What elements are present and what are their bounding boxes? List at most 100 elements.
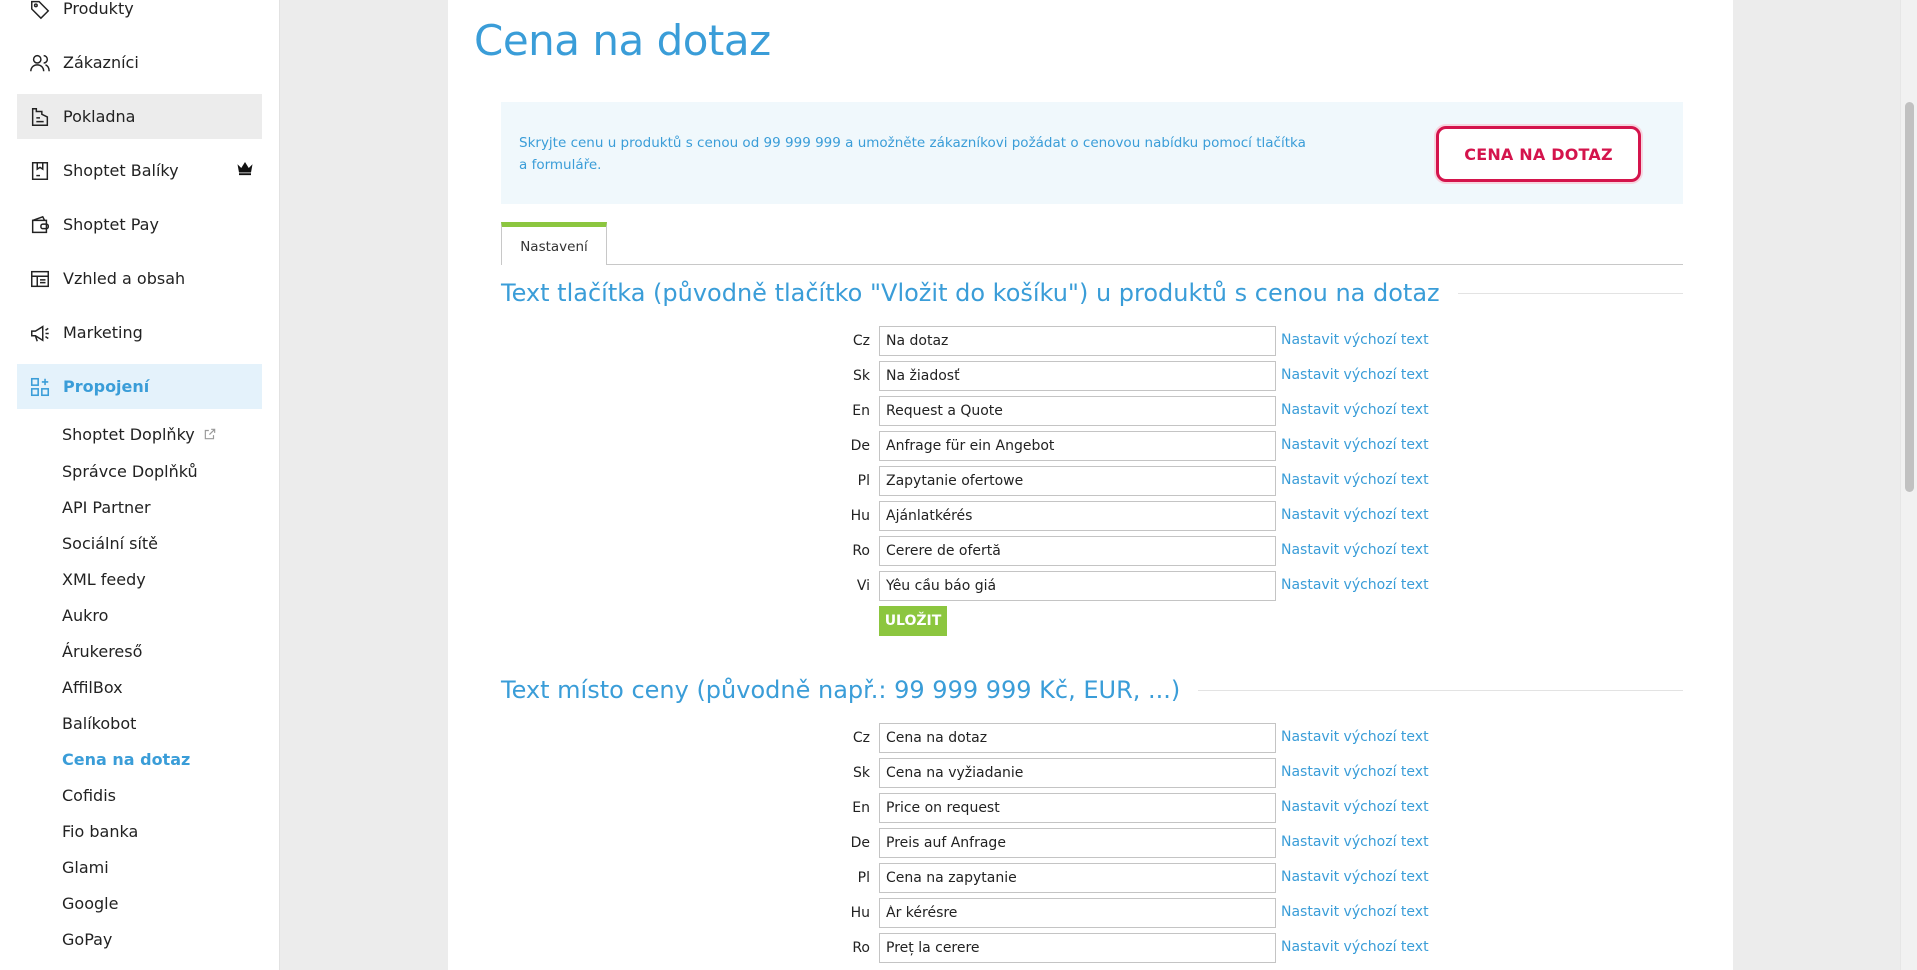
sidebar-item-pokladna[interactable]: Pokladna [17,94,262,139]
reset-default-link[interactable]: Nastavit výchozí text [1281,507,1429,523]
price-text-input-en[interactable] [879,793,1276,823]
price-text-input-pl[interactable] [879,863,1276,893]
sub-item-xml-feedy[interactable]: XML feedy [62,570,146,589]
button-text-input-ro[interactable] [879,536,1276,566]
language-label: Ro [852,543,870,559]
reset-default-link[interactable]: Nastavit výchozí text [1281,799,1429,815]
sub-item-cena-na-dotaz[interactable]: Cena na dotaz [62,750,190,769]
reset-default-link[interactable]: Nastavit výchozí text [1281,577,1429,593]
reset-default-link[interactable]: Nastavit výchozí text [1281,367,1429,383]
reset-default-link[interactable]: Nastavit výchozí text [1281,764,1429,780]
reset-default-link[interactable]: Nastavit výchozí text [1281,402,1429,418]
content-card: Cena na dotaz Skryjte cenu u produktů s … [448,0,1733,970]
wallet-icon [27,212,53,238]
reset-default-link[interactable]: Nastavit výchozí text [1281,542,1429,558]
language-label: Sk [853,765,870,781]
button-text-input-sk[interactable] [879,361,1276,391]
page-title: Cena na dotaz [474,16,771,65]
language-label: Vi [856,578,870,594]
reset-default-link[interactable]: Nastavit výchozí text [1281,869,1429,885]
page-scrollbar[interactable] [1900,0,1917,970]
sidebar-item-propojeni[interactable]: Propojení [17,364,262,409]
language-label: Pl [857,870,870,886]
sub-item-balikobot[interactable]: Balíkobot [62,714,136,733]
sub-item-affilbox[interactable]: AffilBox [62,678,123,697]
sub-item-spravce-doplnku[interactable]: Správce Doplňků [62,462,198,481]
button-text-input-vi[interactable] [879,571,1276,601]
form-row-price-de: De Nastavit výchozí text [448,828,1733,858]
form-row-button-ro: Ro Nastavit výchozí text [448,536,1733,566]
reset-default-link[interactable]: Nastavit výchozí text [1281,437,1429,453]
form-row-price-ro: Ro Nastavit výchozí text [448,933,1733,963]
promo-button-preview: CENA NA DOTAZ [1436,126,1641,182]
cash-register-icon [27,104,53,130]
form-row-price-en: En Nastavit výchozí text [448,793,1733,823]
sidebar-item-label: Shoptet Balíky [63,161,179,180]
divider [1198,689,1683,691]
section-heading-button-text: Text tlačítka (původně tlačítko "Vložit … [501,277,1683,309]
reset-default-link[interactable]: Nastavit výchozí text [1281,472,1429,488]
sidebar-item-shoptet-baliky[interactable]: Shoptet Balíky [17,148,262,193]
sidebar-item-label: Pokladna [63,107,136,126]
language-label: Cz [852,333,870,349]
language-label: Hu [850,905,870,921]
tab-nastaveni[interactable]: Nastavení [501,222,607,265]
form-row-price-pl: Pl Nastavit výchozí text [448,863,1733,893]
grid-plus-icon [27,374,53,400]
external-link-icon [203,426,217,445]
save-button[interactable]: ULOŽIT [879,606,947,636]
sub-item-socialni-site[interactable]: Sociální sítě [62,534,158,553]
button-text-input-pl[interactable] [879,466,1276,496]
button-text-input-cz[interactable] [879,326,1276,356]
language-label: Cz [852,730,870,746]
sidebar-item-label: Marketing [63,323,143,342]
sidebar-item-label: Produkty [63,0,134,18]
reset-default-link[interactable]: Nastavit výchozí text [1281,729,1429,745]
users-icon [27,50,53,76]
price-text-input-hu[interactable] [879,898,1276,928]
scrollbar-thumb[interactable] [1905,102,1914,492]
button-text-input-de[interactable] [879,431,1276,461]
language-label: Hu [850,508,870,524]
sidebar-item-shoptet-pay[interactable]: Shoptet Pay [17,202,262,247]
form-row-button-hu: Hu Nastavit výchozí text [448,501,1733,531]
language-label: En [852,403,870,419]
form-row-button-vi: Vi Nastavit výchozí text [448,571,1733,601]
sub-item-aukro[interactable]: Aukro [62,606,108,625]
language-label: Sk [853,368,870,384]
form-row-button-sk: Sk Nastavit výchozí text [448,361,1733,391]
reset-default-link[interactable]: Nastavit výchozí text [1281,939,1429,955]
price-text-input-cz[interactable] [879,723,1276,753]
sidebar-item-produkty[interactable]: Produkty [17,0,262,31]
sub-item-cofidis[interactable]: Cofidis [62,786,116,805]
sub-item-fio-banka[interactable]: Fio banka [62,822,138,841]
section-heading-price-text: Text místo ceny (původně např.: 99 999 9… [501,674,1683,706]
sidebar-item-label: Propojení [63,377,150,396]
reset-default-link[interactable]: Nastavit výchozí text [1281,332,1429,348]
price-text-input-ro[interactable] [879,933,1276,963]
sidebar-item-zakaznici[interactable]: Zákazníci [17,40,262,85]
sub-item-arukereso[interactable]: Árukereső [62,642,142,661]
sidebar: Produkty Zákazníci Pokladna Shoptet Balí… [0,0,280,970]
sub-item-glami[interactable]: Glami [62,858,109,877]
button-text-input-en[interactable] [879,396,1276,426]
sidebar-item-label: Zákazníci [63,53,139,72]
sidebar-item-vzhled-a-obsah[interactable]: Vzhled a obsah [17,256,262,301]
price-text-input-de[interactable] [879,828,1276,858]
crown-icon [236,160,254,180]
sub-item-google[interactable]: Google [62,894,118,913]
reset-default-link[interactable]: Nastavit výchozí text [1281,904,1429,920]
reset-default-link[interactable]: Nastavit výchozí text [1281,834,1429,850]
sub-item-gopay[interactable]: GoPay [62,930,112,949]
price-text-input-sk[interactable] [879,758,1276,788]
sub-item-api-partner[interactable]: API Partner [62,498,151,517]
form-row-price-hu: Hu Nastavit výchozí text [448,898,1733,928]
button-text-input-hu[interactable] [879,501,1276,531]
megaphone-icon [27,320,53,346]
language-label: En [852,800,870,816]
sidebar-item-marketing[interactable]: Marketing [17,310,262,355]
divider [1457,292,1683,294]
sub-item-shoptet-doplnky[interactable]: Shoptet Doplňky [62,425,217,445]
form-row-button-pl: Pl Nastavit výchozí text [448,466,1733,496]
tag-icon [27,0,53,22]
